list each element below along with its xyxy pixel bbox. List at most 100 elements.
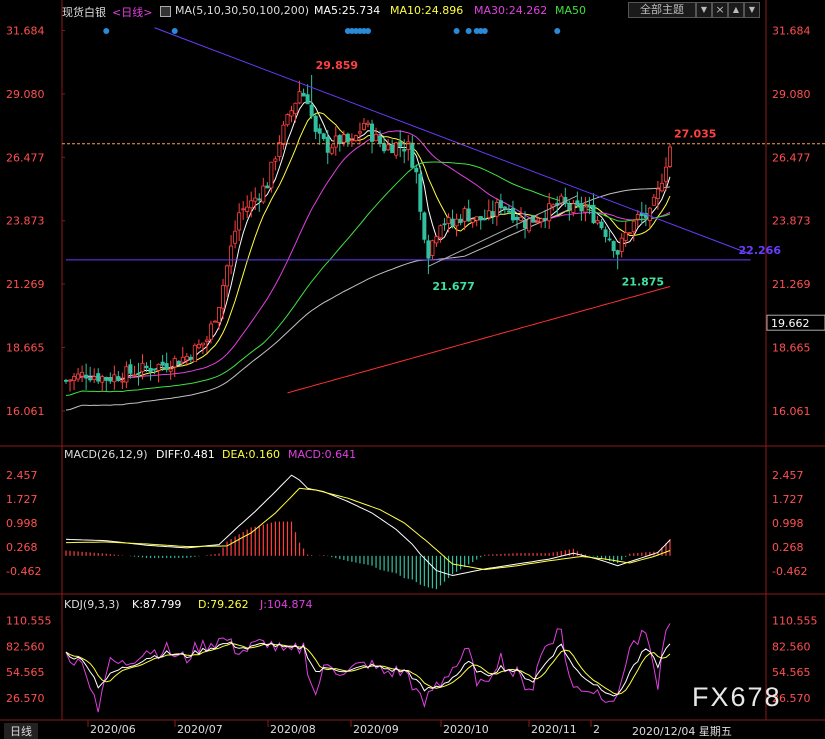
x-tick-label: 2 [593,723,600,736]
candle-body [514,216,519,221]
candle-body [414,167,419,173]
candle-body [168,368,173,372]
x-tick-label: 2020/08 [270,723,316,736]
x-tick-label: 2020/07 [177,723,223,736]
candle-body [583,206,588,213]
y-tick-label-right: 29.080 [772,88,811,101]
macd-tick-label-right: -0.462 [772,565,807,578]
candle-body [426,240,431,259]
y-tick-label: 21.269 [6,278,45,291]
candle-body [160,361,165,366]
candle-body [591,204,596,224]
price-annotation: 22.266 [739,244,782,257]
x-tick-label: 2020/11 [531,723,577,736]
candle-body [527,218,532,232]
candle-body [438,225,443,239]
candle-body [539,218,544,223]
kdj-tick-label: 54.565 [6,666,45,679]
y-tick-label: 23.873 [6,215,45,228]
candle-body [301,92,306,97]
candle-body [277,142,282,157]
candle-body [474,216,479,221]
candle-body [543,217,548,221]
candle-body [285,114,290,126]
candle-body [88,378,93,381]
y-tick-label: 29.080 [6,88,45,101]
kdj-j-value: J:104.874 [260,598,313,611]
macd-tick-label-right: 0.998 [772,517,804,530]
candle-body [72,376,77,382]
candle-body [647,207,652,221]
candle-body [273,158,278,162]
scroll-up-icon[interactable]: ▲ [728,2,744,18]
kdj-tick-label: 26.570 [6,692,45,705]
price-annotation: 21.875 [622,275,664,288]
candle-body [422,212,427,240]
candle-body [305,94,310,105]
candle-body [587,205,592,208]
theme-dropdown-icon[interactable]: ▼ [696,2,712,18]
y-tick-label: 31.684 [6,25,45,38]
candle-body [208,323,213,340]
candle-body [510,207,515,221]
candle-body [462,208,467,222]
candle-body [257,198,262,201]
theme-button[interactable]: 全部主题 [628,2,696,18]
price-panel: 29.859 21.677 21.875 27.035 22.266 [62,27,825,411]
period-selector[interactable]: <日线> [112,4,152,20]
candle-body [321,133,326,139]
y-tick-label-right: 21.269 [772,278,811,291]
candle-body [611,241,616,252]
ma100-line [65,186,671,411]
macd-tick-label-right: 1.727 [772,493,804,506]
candle-body [333,135,338,148]
scroll-down-icon[interactable]: ▼ [744,2,760,18]
candle-body [309,104,314,117]
y-tick-label: 16.061 [6,405,45,418]
candle-body [579,203,584,212]
signal-dot [171,28,178,34]
current-price-label: 19.662 [771,317,810,330]
candle-body [353,135,358,141]
macd-panel [65,474,671,590]
candle-body [104,377,109,381]
ma30-value: MA30:24.262 [474,4,548,17]
candle-body [575,200,580,206]
macd-tick-label: 1.727 [6,493,38,506]
kdj-panel [65,623,671,713]
y-tick-label-right: 23.873 [772,215,811,228]
candle-body [68,379,73,382]
candle-body [132,374,137,377]
macd-diff-value: DIFF:0.481 [156,448,215,461]
candle-body [96,373,101,382]
candle-body [92,376,97,381]
y-tick-label-right: 31.684 [772,25,811,38]
candle-body [108,377,113,382]
candle-body [265,185,270,189]
symbol-title: 现货白银 [62,6,106,19]
candle-body [253,197,258,202]
candle-body [402,149,407,152]
candle-body [623,232,628,241]
kdj-tick-label: 82.560 [6,640,45,653]
kdj-tick-label-right: 54.565 [772,666,811,679]
candle-body [365,122,370,125]
candle-body [176,360,181,365]
ma-legend-icon [160,6,171,17]
ma10-line [65,112,671,382]
ma-params-label: MA(5,10,30,50,100,200) [175,4,310,17]
macd-tick-label-right: 2.457 [772,469,804,482]
candle-body [631,220,636,233]
chart-frame [0,0,825,721]
candle-body [261,185,266,203]
candle-body [668,146,673,167]
macd-macd-value: MACD:0.641 [288,448,357,461]
macd-tick-label: 0.998 [6,517,38,530]
candle-body [506,210,511,213]
close-icon[interactable]: × [712,2,728,18]
y-tick-label-right: 18.665 [772,341,811,354]
tab-daily[interactable]: 日线 [4,723,38,739]
ma50-value: MA50 [555,4,587,17]
candle-body [297,91,302,104]
kdj-tick-label-right: 82.560 [772,640,811,653]
